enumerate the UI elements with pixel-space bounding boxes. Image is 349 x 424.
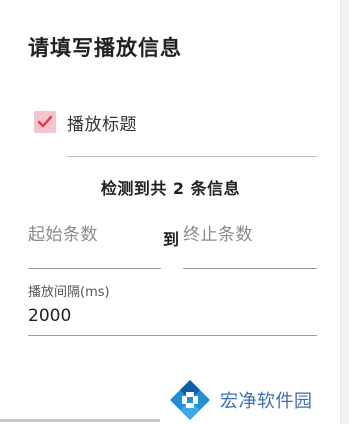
window-edge: [340, 0, 349, 424]
start-index-input[interactable]: 起始条数: [28, 220, 161, 269]
check-icon: [37, 115, 53, 128]
detected-count-text: 检测到共 2 条信息: [100, 179, 241, 198]
bottom-divider: [0, 419, 160, 422]
interval-input[interactable]: 2000: [28, 306, 317, 326]
title-input[interactable]: [67, 128, 317, 157]
page: 请填写播放信息 播放标题 检测到共 2 条信息 起始条数 到 终止条数 播放间隔…: [0, 0, 349, 424]
start-index-placeholder: 起始条数: [28, 225, 98, 245]
interval-field[interactable]: 播放间隔(ms) 2000: [28, 281, 317, 336]
dialog-title: 请填写播放信息: [28, 36, 182, 60]
play-info-dialog: 请填写播放信息 播放标题 检测到共 2 条信息 起始条数 到 终止条数 播放间隔…: [0, 0, 341, 424]
play-title-checkbox[interactable]: [34, 111, 56, 133]
interval-label: 播放间隔(ms): [28, 285, 110, 300]
end-index-input[interactable]: 终止条数: [183, 220, 317, 269]
watermark: 宏净软件园: [168, 378, 313, 422]
range-separator: 到: [163, 230, 180, 249]
watermark-text: 宏净软件园: [220, 391, 313, 412]
end-index-placeholder: 终止条数: [183, 225, 253, 245]
logo-icon: [170, 380, 210, 420]
